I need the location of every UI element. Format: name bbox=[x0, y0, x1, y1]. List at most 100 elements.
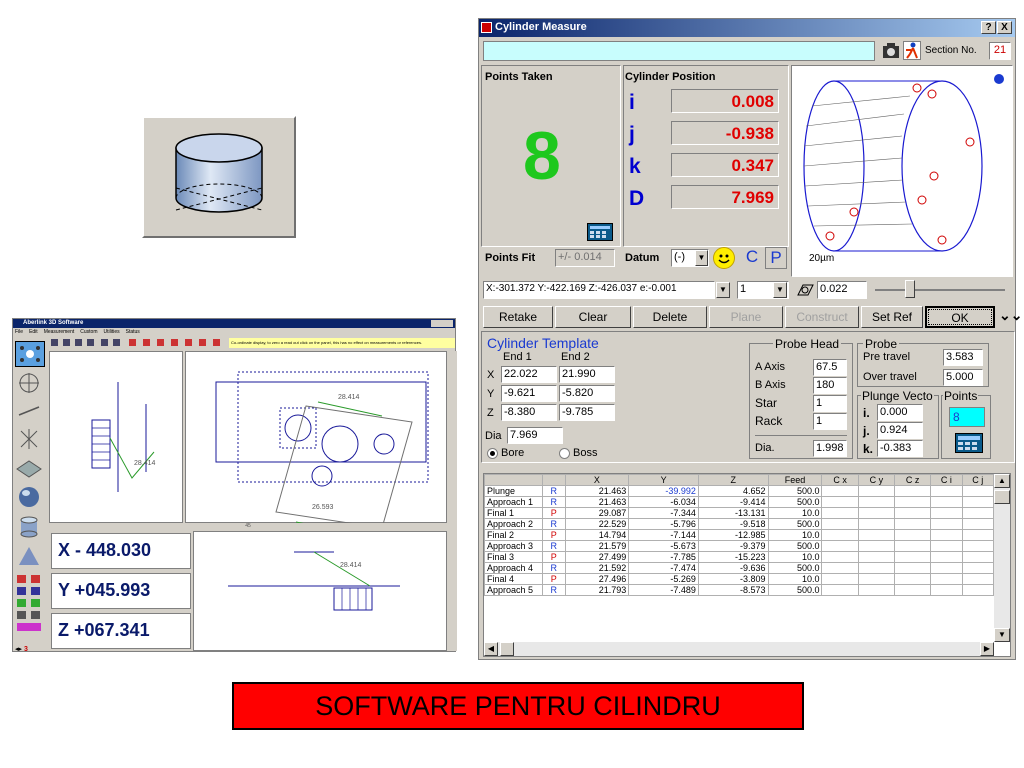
coord-x-display[interactable]: X - 448.030 bbox=[51, 533, 191, 569]
menu-measurement[interactable]: Measurement bbox=[44, 329, 75, 337]
circle-tool-icon[interactable] bbox=[15, 371, 45, 397]
table-header[interactable]: Feed bbox=[767, 474, 823, 486]
probe-tool-icon[interactable] bbox=[15, 341, 45, 367]
a-axis-field[interactable]: 67.5 bbox=[813, 359, 847, 376]
table-row[interactable]: Approach 3 R 21.579 -5.673 -9.379 500.0 bbox=[484, 540, 995, 552]
retake-button[interactable]: Retake bbox=[483, 306, 553, 328]
scroll-right-icon[interactable]: ▶ bbox=[980, 642, 994, 656]
delete-button[interactable]: Delete bbox=[633, 306, 707, 328]
vertical-scrollbar[interactable]: ▲ ▼ bbox=[994, 474, 1010, 642]
construct-button[interactable]: Construct bbox=[785, 306, 859, 328]
table-row[interactable]: Approach 2 R 22.529 -5.796 -9.518 500.0 bbox=[484, 518, 995, 530]
table-header[interactable] bbox=[484, 474, 543, 486]
keypad-icon[interactable] bbox=[587, 223, 613, 241]
slider-track[interactable] bbox=[875, 289, 1005, 291]
camera-icon[interactable] bbox=[881, 41, 901, 60]
table-row[interactable]: Final 3 P 27.499 -7.785 -15.223 10.0 bbox=[484, 551, 995, 563]
pre-travel-field[interactable]: 3.583 bbox=[943, 349, 983, 366]
template-dia-field[interactable]: 7.969 bbox=[507, 427, 563, 444]
table-row[interactable]: Final 4 P 27.496 -5.269 -3.809 10.0 bbox=[484, 573, 995, 585]
table-header[interactable] bbox=[542, 474, 566, 486]
window-controls[interactable] bbox=[431, 320, 453, 327]
help-button[interactable]: ? bbox=[981, 21, 996, 34]
chevron-down-icon[interactable]: ▼ bbox=[695, 250, 708, 266]
scroll-up-icon[interactable]: ▲ bbox=[994, 474, 1010, 488]
c-toggle-button[interactable]: C bbox=[741, 247, 763, 269]
table-row[interactable]: Approach 5 R 21.793 -7.489 -8.573 500.0 bbox=[484, 584, 995, 596]
scroll-left-icon[interactable]: ◀ bbox=[484, 642, 498, 656]
table-header[interactable]: Z bbox=[697, 474, 769, 486]
table-header[interactable]: C j bbox=[961, 474, 995, 486]
front-view-pane[interactable]: 28.414 bbox=[193, 531, 447, 651]
sphere-tool-icon[interactable] bbox=[15, 485, 45, 511]
ok-button[interactable]: OK bbox=[925, 306, 995, 328]
menu-file[interactable]: File bbox=[15, 329, 23, 337]
cylinder-3d-view[interactable] bbox=[791, 65, 1013, 277]
p-toggle-button[interactable]: P bbox=[765, 247, 787, 269]
cylinder-tool-icon[interactable] bbox=[15, 515, 45, 541]
keypad-icon[interactable] bbox=[955, 433, 983, 453]
plunge-k-field[interactable]: -0.383 bbox=[877, 440, 923, 457]
point-tool-icon[interactable] bbox=[15, 427, 45, 453]
pane-scrollbar[interactable] bbox=[449, 351, 457, 651]
points-count-field[interactable]: 8 bbox=[949, 407, 985, 427]
boss-radio[interactable] bbox=[559, 448, 570, 459]
chevron-down-icon[interactable]: ▼ bbox=[773, 282, 787, 298]
clear-button[interactable]: Clear bbox=[555, 306, 631, 328]
b-axis-field[interactable]: 180 bbox=[813, 377, 847, 394]
table-row[interactable]: Approach 4 R 21.592 -7.474 -9.636 500.0 bbox=[484, 562, 995, 574]
table-header[interactable]: X bbox=[564, 474, 630, 486]
table-header[interactable]: C y bbox=[857, 474, 895, 486]
set-ref-button[interactable]: Set Ref bbox=[861, 306, 923, 328]
menu-edit[interactable]: Edit bbox=[29, 329, 38, 337]
slider-thumb[interactable] bbox=[905, 280, 915, 298]
star-field[interactable]: 1 bbox=[813, 395, 847, 412]
plane-tool-icon[interactable] bbox=[15, 455, 45, 481]
smiley-icon[interactable] bbox=[713, 247, 735, 269]
section-number-field[interactable]: 21 bbox=[989, 42, 1011, 60]
operator-icon[interactable] bbox=[903, 41, 921, 60]
table-header[interactable]: C z bbox=[893, 474, 932, 486]
table-header[interactable]: Y bbox=[628, 474, 699, 486]
template-y-end1[interactable]: -9.621 bbox=[501, 385, 557, 402]
scroll-thumb[interactable] bbox=[994, 490, 1010, 504]
table-row[interactable]: Plunge R 21.463 -39.992 4.652 500.0 bbox=[484, 485, 995, 497]
plunge-i-field[interactable]: 0.000 bbox=[877, 404, 923, 421]
menu-utilities[interactable]: Utilities bbox=[104, 329, 120, 337]
template-z-end1[interactable]: -8.380 bbox=[501, 404, 557, 421]
chevron-down-icon[interactable]: ▼ bbox=[716, 282, 730, 298]
plunge-j-field[interactable]: 0.924 bbox=[877, 422, 923, 439]
plane-button[interactable]: Plane bbox=[709, 306, 783, 328]
coordinate-readout[interactable]: X:-301.372 Y:-422.169 Z:-426.037 e:-0.00… bbox=[483, 281, 715, 299]
table-row[interactable]: Final 2 P 14.794 -7.144 -12.985 10.0 bbox=[484, 529, 995, 541]
cone-tool-icon[interactable] bbox=[15, 545, 45, 571]
scroll-down-icon[interactable]: ▼ bbox=[994, 628, 1010, 642]
probe-dia-field[interactable]: 1.998 bbox=[813, 440, 847, 457]
table-header[interactable]: C i bbox=[930, 474, 963, 486]
bore-radio[interactable] bbox=[487, 448, 498, 459]
template-x-end1[interactable]: 22.022 bbox=[501, 366, 557, 383]
coord-y-display[interactable]: Y +045.993 bbox=[51, 573, 191, 609]
step-control[interactable]: ◂▸ 3 bbox=[15, 645, 45, 655]
expand-chevron-icon[interactable]: ⌄⌄ bbox=[999, 307, 1022, 327]
menu-status[interactable]: Status bbox=[126, 329, 140, 337]
horizontal-scrollbar[interactable]: ◀ ▶ bbox=[484, 642, 994, 656]
table-header[interactable]: C x bbox=[821, 474, 859, 486]
small-tools[interactable] bbox=[15, 573, 45, 643]
side-view-pane[interactable]: 28.414 bbox=[49, 351, 183, 523]
template-y-end2[interactable]: -5.820 bbox=[559, 385, 615, 402]
coord-z-display[interactable]: Z +067.341 bbox=[51, 613, 191, 649]
line-tool-icon[interactable] bbox=[15, 399, 45, 425]
table-row[interactable]: Final 1 P 29.087 -7.344 -13.131 10.0 bbox=[484, 507, 995, 519]
over-travel-field[interactable]: 5.000 bbox=[943, 369, 983, 386]
rack-field[interactable]: 1 bbox=[813, 413, 847, 430]
points-table-container[interactable]: X Y Z Feed C xC yC zC iC j Plunge R 21.463 -39.… bbox=[483, 473, 1011, 657]
template-x-end2[interactable]: 21.990 bbox=[559, 366, 615, 383]
table-row[interactable]: Approach 1 R 21.463 -6.034 -9.414 500.0 bbox=[484, 496, 995, 508]
top-view-pane[interactable]: 28.414 26.593 bbox=[185, 351, 447, 535]
template-z-end2[interactable]: -9.785 bbox=[559, 404, 615, 421]
scroll-h-thumb[interactable] bbox=[500, 642, 514, 656]
menu-custom[interactable]: Custom bbox=[80, 329, 97, 337]
close-button[interactable]: X bbox=[997, 21, 1012, 34]
cylinder-feature-icon-tile[interactable] bbox=[142, 116, 296, 238]
